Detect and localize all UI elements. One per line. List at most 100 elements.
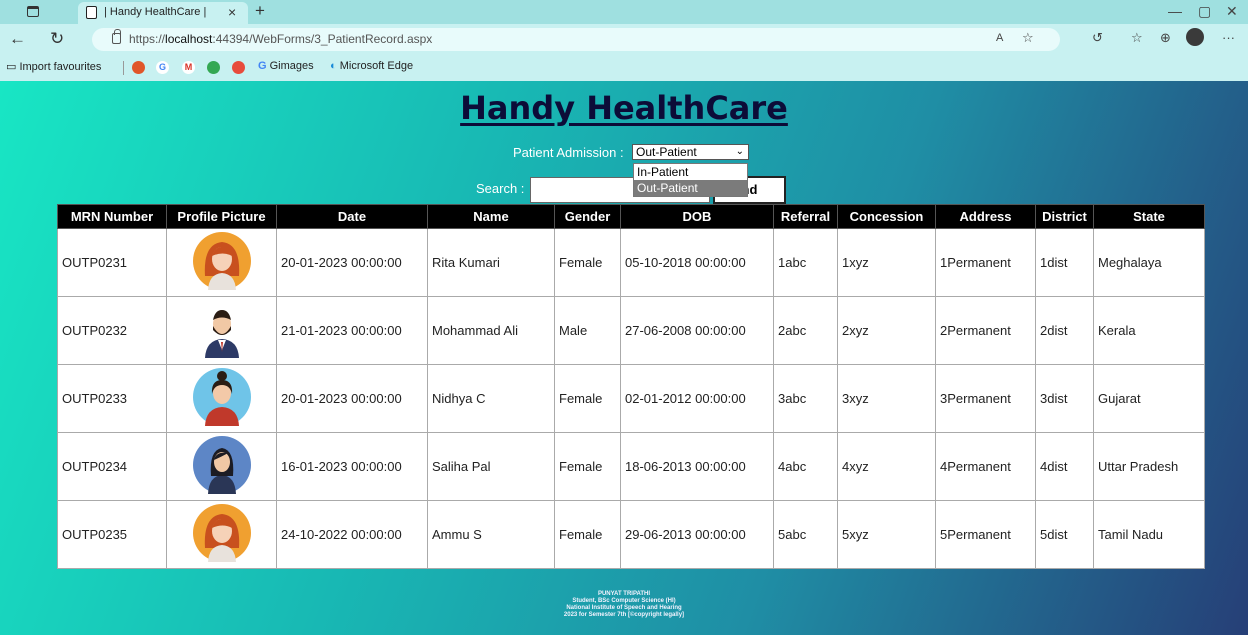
back-arrow-icon[interactable]: ←: [9, 29, 26, 49]
table-header-row: MRN Number Profile Picture Date Name Gen…: [57, 204, 1205, 229]
microsoft-edge-link[interactable]: ◐ Microsoft Edge: [330, 60, 413, 72]
cell-state: Gujarat: [1093, 364, 1205, 433]
footer-line: National Institute of Speech and Hearing: [566, 605, 682, 611]
avatar: [192, 368, 251, 429]
col-profile-picture[interactable]: Profile Picture: [166, 204, 277, 229]
browser-toolbar: ← ↻ https://localhost:44394/WebForms/3_P…: [0, 24, 1248, 55]
browser-tab[interactable]: | Handy HealthCare | ×: [78, 2, 248, 24]
cell-gender: Female: [554, 228, 621, 297]
table-row[interactable]: OUTP0233 20-01-2023 00:00:00 Nidhya C Femal…: [57, 364, 1205, 433]
table-row[interactable]: OUTP0232 21-01-2023 00:00:00 Mohammad Ali M…: [57, 296, 1205, 365]
tab-actions-icon[interactable]: [27, 6, 39, 17]
avatar: [192, 504, 251, 565]
favorites-divider: [123, 61, 124, 75]
cell-mrn: OUTP0235: [57, 500, 167, 569]
gimages-link[interactable]: G Gimages: [258, 60, 314, 72]
cell-name: Mohammad Ali: [427, 296, 555, 365]
close-window-button[interactable]: ✕: [1226, 3, 1238, 20]
cell-state: Uttar Pradesh: [1093, 432, 1205, 501]
cell-profile-picture: [166, 500, 277, 569]
patient-table: MRN Number Profile Picture Date Name Gen…: [57, 204, 1205, 569]
google-icon[interactable]: G: [156, 61, 169, 74]
address-bar[interactable]: https://localhost:44394/WebForms/3_Patie…: [92, 28, 1060, 51]
chevron-down-icon: ⌄: [735, 146, 744, 157]
cell-gender: Female: [554, 364, 621, 433]
url-text: https://localhost:44394/WebForms/3_Patie…: [129, 32, 433, 46]
close-tab-icon[interactable]: ×: [228, 4, 236, 20]
cell-mrn: OUTP0231: [57, 228, 167, 297]
maximize-button[interactable]: ▢: [1198, 3, 1211, 20]
cell-referral: 5abc: [773, 500, 838, 569]
col-state[interactable]: State: [1093, 204, 1205, 229]
refresh-extension-icon[interactable]: ↺: [1092, 30, 1103, 46]
col-name[interactable]: Name: [427, 204, 555, 229]
table-row[interactable]: OUTP0235 24-10-2022 00:00:00 Ammu S Female 2…: [57, 500, 1205, 569]
more-menu-icon[interactable]: ···: [1222, 30, 1235, 45]
cell-dob: 29-06-2013 00:00:00: [620, 500, 774, 569]
col-concession[interactable]: Concession: [837, 204, 936, 229]
option-in-patient[interactable]: In-Patient: [634, 164, 747, 180]
cell-profile-picture: [166, 432, 277, 501]
favorites-icon[interactable]: ☆: [1131, 30, 1143, 46]
cell-address: 3Permanent: [935, 364, 1036, 433]
cell-name: Ammu S: [427, 500, 555, 569]
lock-icon: [112, 29, 121, 44]
gmail-icon[interactable]: M: [182, 61, 195, 74]
avatar: [192, 300, 251, 361]
cell-date: 20-01-2023 00:00:00: [276, 228, 428, 297]
cell-profile-picture: [166, 228, 277, 297]
cell-name: Nidhya C: [427, 364, 555, 433]
footer: PUNYAT TRIPATHI Student, BSc Computer Sc…: [0, 591, 1248, 619]
cell-referral: 4abc: [773, 432, 838, 501]
minimize-button[interactable]: —: [1168, 3, 1182, 19]
browser-titlebar: | Handy HealthCare | × + — ▢ ✕: [0, 0, 1248, 24]
cell-dob: 02-01-2012 00:00:00: [620, 364, 774, 433]
col-date[interactable]: Date: [276, 204, 428, 229]
cell-profile-picture: [166, 296, 277, 365]
read-aloud-icon[interactable]: A: [996, 32, 1003, 44]
search-label: Search :: [476, 181, 525, 196]
cell-referral: 2abc: [773, 296, 838, 365]
footer-line: Student, BSc Computer Science (HI): [572, 598, 676, 604]
refresh-icon[interactable]: ↻: [50, 29, 64, 49]
games-icon[interactable]: [232, 61, 245, 74]
cell-address: 1Permanent: [935, 228, 1036, 297]
admission-select[interactable]: Out-Patient ⌄: [632, 144, 749, 160]
cell-concession: 2xyz: [837, 296, 936, 365]
profile-avatar[interactable]: [1186, 28, 1204, 46]
cell-district: 2dist: [1035, 296, 1094, 365]
drive-icon[interactable]: [207, 61, 220, 74]
col-mrn-number[interactable]: MRN Number: [57, 204, 167, 229]
page-content: Handy HealthCare Patient Admission : Out…: [0, 81, 1248, 635]
cell-state: Kerala: [1093, 296, 1205, 365]
cell-concession: 3xyz: [837, 364, 936, 433]
cell-gender: Male: [554, 296, 621, 365]
option-out-patient[interactable]: Out-Patient: [634, 180, 747, 196]
col-gender[interactable]: Gender: [554, 204, 621, 229]
admission-dropdown-list: In-Patient Out-Patient: [633, 163, 748, 197]
col-address[interactable]: Address: [935, 204, 1036, 229]
footer-line: PUNYAT TRIPATHI: [597, 591, 651, 597]
favorite-star-icon[interactable]: ☆: [1022, 30, 1034, 46]
table-row[interactable]: OUTP0231 20-01-2023 00:00:00 Rita Kumari Fe…: [57, 228, 1205, 297]
cell-dob: 18-06-2013 00:00:00: [620, 432, 774, 501]
cell-date: 16-01-2023 00:00:00: [276, 432, 428, 501]
col-dob[interactable]: DOB: [620, 204, 774, 229]
cell-state: Meghalaya: [1093, 228, 1205, 297]
col-referral[interactable]: Referral: [773, 204, 838, 229]
brand-title: Handy HealthCare: [460, 89, 788, 127]
cell-district: 3dist: [1035, 364, 1094, 433]
col-district[interactable]: District: [1035, 204, 1094, 229]
table-row[interactable]: OUTP0234 16-01-2023 00:00:00 Saliha Pal Fem…: [57, 432, 1205, 501]
import-favourites-link[interactable]: ▭ Import favourites: [6, 60, 101, 73]
cell-concession: 5xyz: [837, 500, 936, 569]
cell-mrn: OUTP0232: [57, 296, 167, 365]
cell-district: 1dist: [1035, 228, 1094, 297]
collections-icon[interactable]: ⊕: [1160, 30, 1171, 46]
cell-district: 5dist: [1035, 500, 1094, 569]
new-tab-button[interactable]: +: [255, 1, 265, 21]
cell-gender: Female: [554, 432, 621, 501]
cell-concession: 1xyz: [837, 228, 936, 297]
office-icon[interactable]: [132, 61, 145, 74]
cell-name: Rita Kumari: [427, 228, 555, 297]
